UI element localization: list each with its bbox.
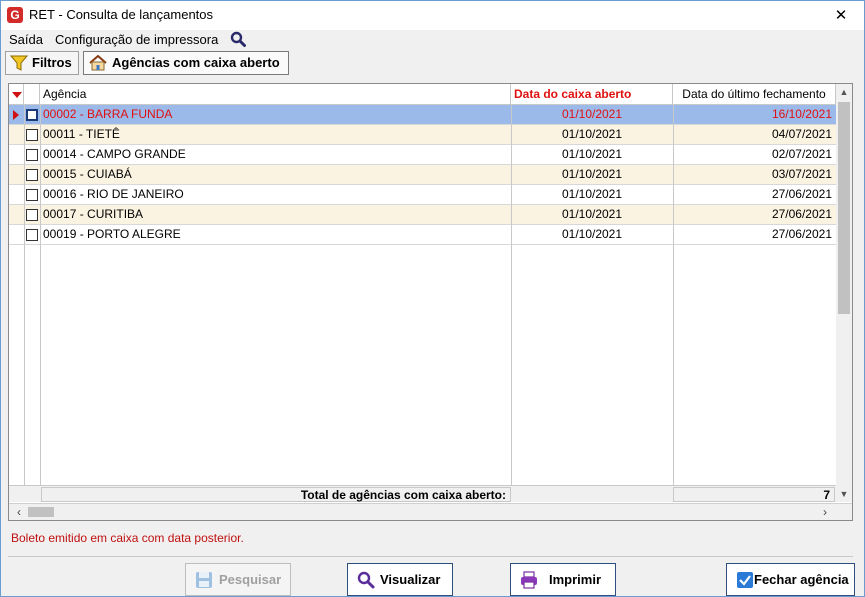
row-checkbox[interactable] (26, 169, 38, 181)
cell-agencia: 00002 - BARRA FUNDA (43, 107, 173, 121)
tab-agencias-caixa-aberto[interactable]: Agências com caixa aberto (83, 51, 289, 75)
column-header-agencia[interactable]: Agência (40, 84, 511, 105)
table-row[interactable]: 00016 - RIO DE JANEIRO 01/10/2021 27/06/20… (9, 185, 836, 205)
row-checkbox[interactable] (26, 209, 38, 221)
row-indicator-header[interactable] (9, 84, 24, 105)
cell-data-fechamento: 02/07/2021 (771, 147, 832, 161)
cell-data-fechamento: 04/07/2021 (771, 127, 832, 141)
checkbox-header[interactable] (24, 84, 40, 105)
funnel-icon (9, 55, 29, 71)
column-divider (24, 105, 25, 485)
cell-data-fechamento: 03/07/2021 (771, 167, 832, 181)
row-checkbox[interactable] (26, 189, 38, 201)
table-row[interactable]: 00014 - CAMPO GRANDE 01/10/2021 02/07/2021 (9, 145, 836, 165)
total-value-cell: 7 (673, 487, 835, 502)
cell-agencia: 00017 - CURITIBA (43, 207, 144, 221)
cell-data-caixa: 01/10/2021 (561, 167, 623, 181)
magnifier-icon (357, 571, 375, 589)
imprimir-button[interactable]: Imprimir (510, 563, 616, 596)
menu-item-saida[interactable]: Saída (9, 32, 43, 47)
visualizar-button[interactable]: Visualizar (347, 563, 453, 596)
tab-filtros-label: Filtros (32, 55, 72, 70)
grid-footer: Total de agências com caixa aberto: 7 (9, 485, 836, 502)
cell-agencia: 00015 - CUIABÁ (43, 167, 132, 181)
fechar-agencia-label: Fechar agência (754, 572, 849, 587)
cell-data-fechamento: 27/06/2021 (771, 207, 832, 221)
cell-agencia: 00014 - CAMPO GRANDE (43, 147, 186, 161)
scroll-left-icon[interactable]: ‹ (11, 504, 27, 520)
scroll-down-icon[interactable]: ▼ (836, 486, 852, 502)
table-row[interactable]: 00015 - CUIABÁ 01/10/2021 03/07/2021 (9, 165, 836, 185)
cell-data-fechamento: 16/10/2021 (771, 107, 832, 121)
cell-data-caixa: 01/10/2021 (561, 207, 623, 221)
vertical-scrollbar[interactable]: ▲ ▼ (836, 84, 852, 502)
column-divider (511, 105, 512, 485)
scroll-right-icon[interactable]: › (817, 504, 833, 520)
table-row[interactable]: 00017 - CURITIBA 01/10/2021 27/06/2021 (9, 205, 836, 225)
status-divider (8, 556, 853, 557)
table-row[interactable]: 00019 - PORTO ALEGRE 01/10/2021 27/06/2021 (9, 225, 836, 245)
imprimir-label: Imprimir (549, 572, 602, 587)
horizontal-scroll-thumb[interactable] (28, 507, 54, 517)
cell-agencia: 00019 - PORTO ALEGRE (43, 227, 181, 241)
title-bar: G RET - Consulta de lançamentos ✕ (1, 1, 864, 30)
fechar-agencia-button[interactable]: Fechar agência (726, 563, 855, 596)
visualizar-label: Visualizar (380, 572, 441, 587)
app-logo-icon: G (7, 7, 23, 23)
pesquisar-label: Pesquisar (219, 572, 282, 587)
menu-item-configuracao-impressora[interactable]: Configuração de impressora (55, 32, 218, 47)
vertical-scroll-thumb[interactable] (838, 102, 850, 314)
row-checkbox[interactable] (26, 129, 38, 141)
total-label-cell: Total de agências com caixa aberto: (41, 487, 511, 502)
cell-data-caixa: 01/10/2021 (561, 227, 623, 241)
column-header-data-caixa[interactable]: Data do caixa aberto (511, 84, 673, 105)
search-icon[interactable] (230, 31, 246, 47)
cell-data-caixa: 01/10/2021 (561, 127, 623, 141)
total-value: 7 (823, 488, 830, 502)
status-message: Boleto emitido em caixa com data posteri… (11, 531, 244, 545)
column-divider (40, 105, 41, 485)
cell-agencia: 00016 - RIO DE JANEIRO (43, 187, 184, 201)
tab-agencias-label: Agências com caixa aberto (112, 55, 280, 70)
checklist-icon (736, 571, 754, 589)
row-checkbox[interactable] (26, 149, 38, 161)
menu-bar: Saída Configuração de impressora (1, 30, 864, 50)
cell-data-caixa: 01/10/2021 (561, 147, 623, 161)
close-window-button[interactable]: ✕ (818, 1, 864, 30)
tab-filtros[interactable]: Filtros (5, 51, 79, 75)
column-header-data-fechamento[interactable]: Data do último fechamento (673, 84, 836, 105)
printer-icon (520, 571, 538, 589)
current-row-indicator-icon (13, 110, 19, 120)
agencias-grid: Agência Data do caixa aberto Data do últ… (8, 83, 853, 521)
main-window: G RET - Consulta de lançamentos ✕ Saída … (0, 0, 865, 597)
scroll-up-icon[interactable]: ▲ (836, 84, 852, 100)
sort-down-icon (12, 92, 22, 98)
cell-agencia: 00011 - TIETÊ (43, 127, 120, 141)
horizontal-scrollbar[interactable]: ‹ › (9, 503, 852, 520)
save-disk-icon (195, 571, 213, 589)
grid-header: Agência Data do caixa aberto Data do últ… (9, 84, 836, 105)
column-divider (673, 105, 674, 485)
cell-data-caixa: 01/10/2021 (561, 187, 623, 201)
table-row[interactable]: 00002 - BARRA FUNDA 01/10/2021 16/10/2021 (9, 105, 836, 125)
table-row[interactable]: 00011 - TIETÊ 01/10/2021 04/07/2021 (9, 125, 836, 145)
home-icon (88, 54, 107, 71)
pesquisar-button[interactable]: Pesquisar (185, 563, 291, 596)
cell-data-caixa: 01/10/2021 (561, 107, 623, 121)
row-checkbox[interactable] (26, 229, 38, 241)
total-label: Total de agências com caixa aberto: (300, 488, 506, 502)
window-title: RET - Consulta de lançamentos (29, 7, 214, 22)
cell-data-fechamento: 27/06/2021 (771, 227, 832, 241)
cell-data-fechamento: 27/06/2021 (771, 187, 832, 201)
row-checkbox[interactable] (26, 109, 38, 121)
